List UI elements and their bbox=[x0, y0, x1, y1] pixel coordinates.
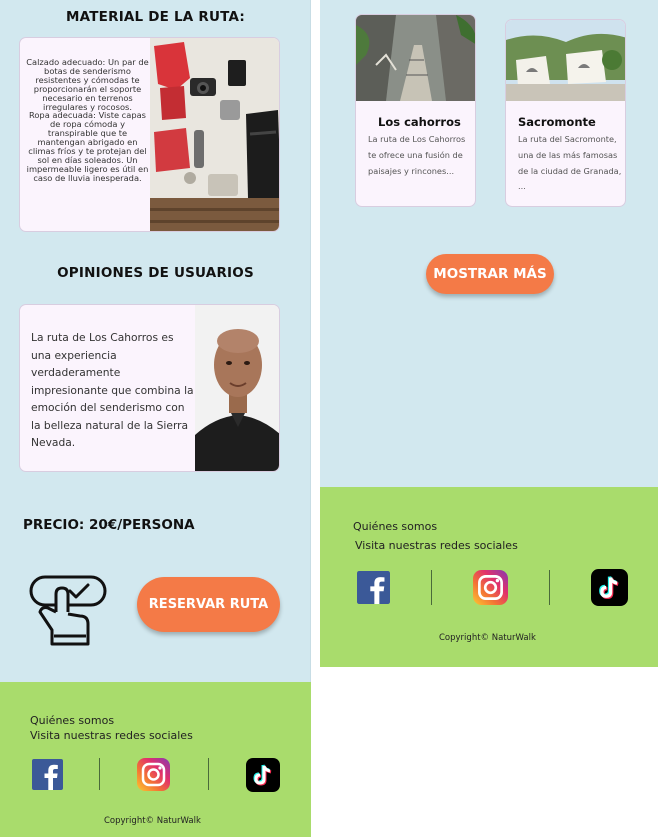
route-description: La ruta del Sacromonte, una de las más f… bbox=[518, 134, 622, 192]
opinion-text: La ruta de Los Cahorros es una experienc… bbox=[31, 331, 194, 449]
route-card-sacromonte[interactable]: Sacromonte La ruta del Sacromonte, una d… bbox=[505, 19, 626, 207]
facebook-icon[interactable] bbox=[32, 759, 63, 790]
reserve-route-button[interactable]: RESERVAR RUTA bbox=[137, 577, 280, 632]
route-name: Sacromonte bbox=[518, 115, 596, 129]
about-us-link[interactable]: Quiénes somos bbox=[30, 714, 114, 727]
tiktok-icon[interactable] bbox=[591, 569, 628, 606]
page: MATERIAL DE LA RUTA: Calzado adecuado: U… bbox=[0, 0, 658, 837]
route-detail-panel: MATERIAL DE LA RUTA: Calzado adecuado: U… bbox=[0, 0, 311, 837]
social-networks-label: Visita nuestras redes sociales bbox=[30, 729, 193, 742]
social-networks-label: Visita nuestras redes sociales bbox=[355, 539, 518, 552]
material-text: Calzado adecuado: Un par de botas de sen… bbox=[26, 58, 149, 183]
about-us-link[interactable]: Quiénes somos bbox=[353, 520, 437, 533]
opinions-title: OPINIONES DE USUARIOS bbox=[57, 265, 254, 281]
price-label: PRECIO: 20€/PERSONA bbox=[23, 517, 195, 533]
instagram-icon[interactable] bbox=[473, 570, 508, 605]
route-description: La ruta de Los Cahorros te ofrece una fu… bbox=[368, 134, 466, 176]
copyright-text: Copyright© NaturWalk bbox=[104, 816, 201, 826]
footer: Quiénes somos Visita nuestras redes soci… bbox=[0, 682, 311, 837]
footer-divider bbox=[208, 758, 209, 790]
user-portrait-image bbox=[195, 305, 279, 471]
opinion-card: La ruta de Los Cahorros es una experienc… bbox=[19, 304, 280, 472]
sacromonte-image bbox=[506, 20, 625, 101]
copyright-text: Copyright© NaturWalk bbox=[439, 633, 536, 643]
footer-divider bbox=[431, 570, 432, 605]
hand-touch-check-icon bbox=[29, 575, 107, 646]
los-cahorros-image bbox=[356, 15, 475, 101]
footer-divider bbox=[99, 758, 100, 790]
instagram-icon[interactable] bbox=[137, 758, 170, 791]
material-card: Calzado adecuado: Un par de botas de sen… bbox=[19, 37, 280, 232]
material-title: MATERIAL DE LA RUTA: bbox=[66, 9, 245, 25]
show-more-button[interactable]: MOSTRAR MÁS bbox=[426, 254, 554, 294]
footer-divider bbox=[549, 570, 550, 605]
material-paragraph-footwear: Calzado adecuado: Un par de botas de sen… bbox=[26, 57, 149, 112]
material-paragraph-clothing: Ropa adecuada: Viste capas de ropa cómod… bbox=[26, 110, 149, 183]
hiking-gear-image bbox=[150, 38, 279, 231]
route-card-los-cahorros[interactable]: Los cahorros La ruta de Los Cahorros te … bbox=[355, 14, 476, 207]
tiktok-icon[interactable] bbox=[246, 758, 280, 792]
footer: Quiénes somos Visita nuestras redes soci… bbox=[320, 487, 658, 667]
route-name: Los cahorros bbox=[378, 115, 461, 129]
facebook-icon[interactable] bbox=[357, 571, 390, 604]
